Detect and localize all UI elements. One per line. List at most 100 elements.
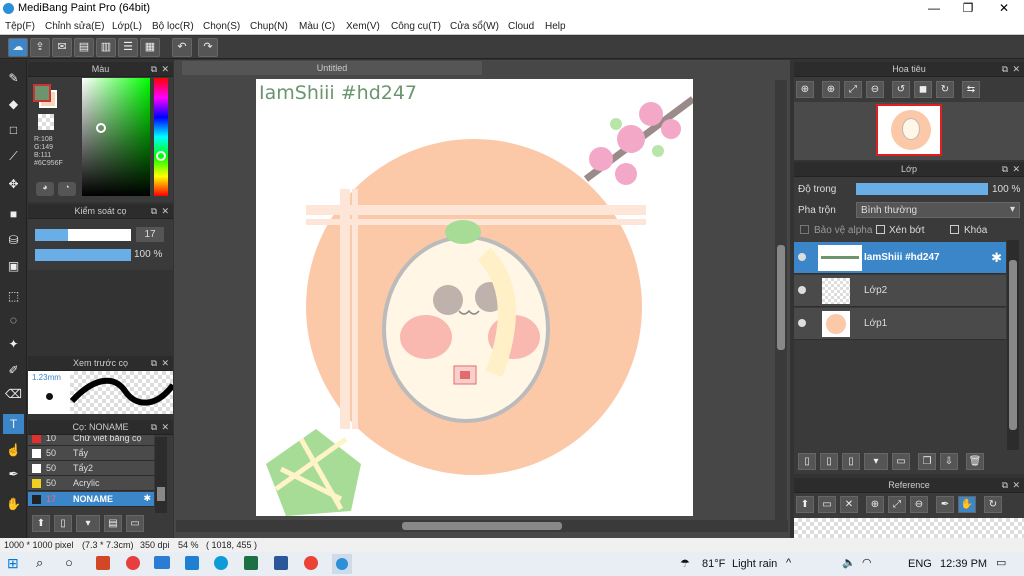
panel-close-icon[interactable]: ✕ — [161, 204, 169, 219]
horizontal-scrollbar[interactable] — [176, 520, 788, 532]
clipping-checkbox[interactable] — [876, 225, 885, 234]
cloud-upload-icon[interactable]: ⬆ — [796, 496, 814, 513]
eraser-tool-icon[interactable]: ◆ — [3, 94, 24, 114]
menu-color[interactable]: Màu (C) — [299, 21, 335, 32]
open-folder-icon[interactable]: ▭ — [818, 496, 836, 513]
message-icon[interactable]: ▤ — [74, 38, 94, 57]
zoom-out-icon[interactable]: ⊖ — [910, 496, 928, 513]
grid-icon[interactable]: ▦ — [140, 38, 160, 57]
menu-view[interactable]: Xem(V) — [346, 21, 380, 32]
menu-file[interactable]: Tệp(F) — [5, 21, 35, 32]
menu-layer[interactable]: Lớp(L) — [112, 21, 142, 32]
delete-layer-icon[interactable]: 🗑 — [966, 453, 984, 470]
brush-list-scrollbar[interactable] — [155, 437, 167, 513]
redo-icon[interactable]: ↷ — [198, 38, 218, 57]
add-layer-menu-icon[interactable]: ▾ — [864, 453, 888, 470]
panel-close-icon[interactable]: ✕ — [161, 356, 169, 371]
magic-wand-icon[interactable]: ✦ — [3, 334, 24, 354]
layer-folder-icon[interactable]: ▭ — [892, 453, 910, 470]
page-icon[interactable]: ▥ — [96, 38, 116, 57]
menu-window[interactable]: Cửa sổ(W) — [450, 21, 499, 32]
gear-icon[interactable]: ✱ — [143, 493, 151, 504]
brush-item[interactable]: 50 Tẩy — [28, 446, 154, 461]
transparent-color-swatch[interactable] — [38, 114, 54, 130]
word-icon[interactable] — [274, 556, 288, 570]
new-8bit-layer-icon[interactable]: ▯ — [842, 453, 860, 470]
folder-icon[interactable]: ▭ — [126, 515, 144, 532]
eye-icon[interactable] — [798, 319, 806, 327]
computer-icon[interactable] — [154, 556, 170, 569]
brush-size-value[interactable]: 17 — [136, 227, 164, 242]
color-picker-handle[interactable] — [96, 123, 106, 133]
merge-down-icon[interactable]: ⇩ — [940, 453, 958, 470]
artwork-canvas[interactable]: IamShiii #hd247 — [256, 79, 693, 516]
menu-help[interactable]: Help — [545, 21, 566, 32]
menu-snap[interactable]: Chụp(N) — [250, 21, 288, 32]
document-tab[interactable]: Untitled — [182, 61, 482, 75]
search-icon[interactable]: ⌕ — [36, 555, 43, 571]
rotate-left-icon[interactable]: ↺ — [892, 81, 910, 98]
select-eraser-icon[interactable]: ⌫ — [3, 384, 24, 404]
comment-icon[interactable]: ✉ — [52, 38, 72, 57]
windows-start-icon[interactable]: ⊞ — [7, 555, 19, 572]
panel-float-icon[interactable]: ⧉ — [151, 356, 157, 371]
new-brush-icon[interactable]: ▯ — [54, 515, 72, 532]
alpha-protect-checkbox[interactable] — [800, 225, 809, 234]
brush-item-selected[interactable]: 17 NONAME ✱ — [28, 492, 154, 507]
menu-filter[interactable]: Bộ lọc(R) — [152, 21, 194, 32]
file-explorer-icon[interactable] — [185, 556, 199, 570]
rotate-icon[interactable]: ↻ — [984, 496, 1002, 513]
fill-rect-tool-icon[interactable]: ■ — [3, 204, 24, 224]
panel-float-icon[interactable]: ⧉ — [151, 62, 157, 77]
clock-time[interactable]: 12:39 PM — [940, 558, 987, 570]
panel-float-icon[interactable]: ⧉ — [1002, 62, 1008, 77]
new-layer-icon[interactable]: ▯ — [798, 453, 816, 470]
speaker-icon[interactable]: 🔈 — [842, 556, 856, 569]
select-pen-icon[interactable]: ✐ — [3, 360, 24, 380]
panel-float-icon[interactable]: ⧉ — [151, 420, 157, 435]
palette-add-icon[interactable]: ◔ — [58, 182, 76, 196]
navigator-thumbnail[interactable] — [876, 104, 942, 156]
text-tool-icon[interactable]: T — [3, 414, 24, 434]
zoom-out-icon[interactable]: ⊖ — [866, 81, 884, 98]
panel-close-icon[interactable]: ✕ — [1012, 478, 1020, 493]
panel-float-icon[interactable]: ⧉ — [1002, 478, 1008, 493]
language-indicator[interactable]: ENG — [908, 558, 932, 570]
vertical-scrollbar[interactable] — [775, 80, 787, 520]
eyedropper-icon[interactable]: ✒ — [936, 496, 954, 513]
new-halftone-layer-icon[interactable]: ▯ — [820, 453, 838, 470]
chrome-icon[interactable] — [304, 556, 318, 570]
hand-tool-icon[interactable]: ✋ — [3, 494, 24, 514]
upload-icon[interactable]: ⇪ — [30, 38, 50, 57]
hue-slider[interactable] — [154, 78, 168, 196]
eye-icon[interactable] — [798, 286, 806, 294]
hue-handle[interactable] — [156, 151, 166, 161]
excel-icon[interactable] — [244, 556, 258, 570]
weather-text[interactable]: Light rain — [732, 558, 777, 570]
primary-color-swatch[interactable] — [33, 84, 51, 102]
brush-item[interactable]: 50 Tẩy2 — [28, 461, 154, 476]
blend-mode-select[interactable]: Bình thường ▾ — [856, 202, 1020, 218]
horizontal-scroll-thumb[interactable] — [402, 522, 562, 530]
app-red-icon[interactable] — [126, 556, 140, 570]
cloud-icon[interactable]: ☁ — [8, 38, 28, 57]
vertical-scroll-thumb[interactable] — [777, 245, 785, 350]
gradient-tool-icon[interactable]: ▣ — [3, 256, 24, 276]
close-reference-icon[interactable]: ✕ — [840, 496, 858, 513]
palette-icon[interactable]: ◕ — [36, 182, 54, 196]
zoom-in-2-icon[interactable]: ⊕ — [822, 81, 840, 98]
rotate-right-icon[interactable]: ↻ — [936, 81, 954, 98]
duplicate-layer-icon[interactable]: ❐ — [918, 453, 936, 470]
actual-size-icon[interactable]: ◼ — [914, 81, 932, 98]
brush-item[interactable]: 50 Acrylic — [28, 476, 154, 491]
flip-icon[interactable]: ⇆ — [962, 81, 980, 98]
maximize-button[interactable]: ❐ — [950, 0, 986, 17]
tray-chevron-icon[interactable]: ^ — [786, 557, 791, 569]
layer-scrollbar[interactable] — [1007, 240, 1019, 450]
edge-icon[interactable] — [214, 556, 228, 570]
weather-temp[interactable]: 81°F — [702, 558, 725, 570]
brush-opacity-slider[interactable] — [35, 249, 131, 261]
minimize-button[interactable]: — — [916, 0, 952, 17]
panel-close-icon[interactable]: ✕ — [161, 420, 169, 435]
reference-view[interactable] — [794, 518, 1024, 538]
